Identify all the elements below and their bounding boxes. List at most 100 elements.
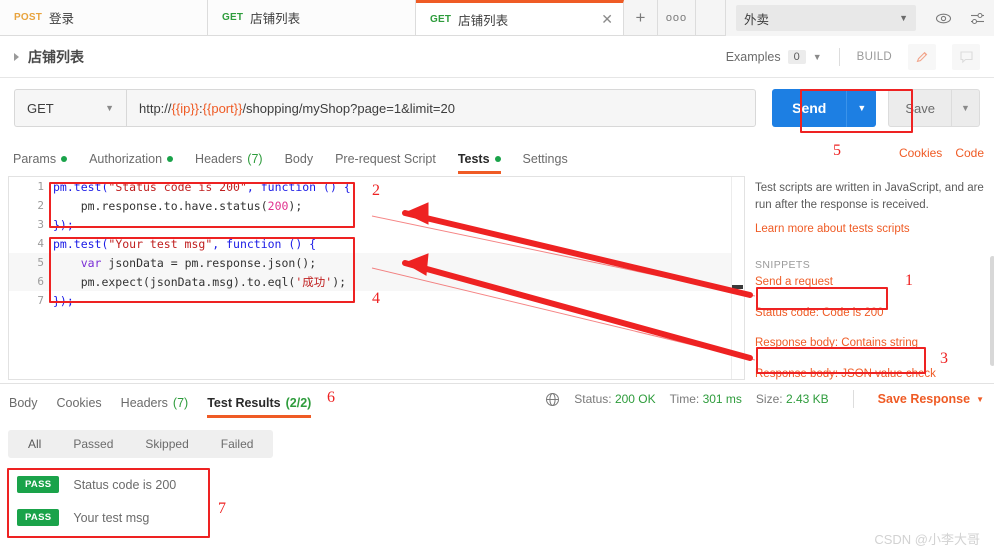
annotation-number-7: 7 [218,500,226,517]
tab-label: Test Results [207,396,281,410]
scrollbar-thumb[interactable] [732,285,743,289]
code-link[interactable]: Code [955,146,984,160]
response-tab-body[interactable]: Body [9,396,38,418]
tab-label: Authorization [89,152,163,166]
tab-label: Cookies [56,396,102,410]
tab-headers[interactable]: Headers (7) [195,152,263,174]
snippet-send-a-request[interactable]: Send a request [755,274,989,291]
response-tabs: Body Cookies Headers (7) Test Results (2/2… [0,384,560,418]
build-label[interactable]: BUILD [857,51,892,63]
size-label: Size: [755,392,783,406]
sliders-icon[interactable] [960,0,994,36]
tab-label: Headers [120,396,168,410]
test-filter-group: All Passed Skipped Failed [8,430,274,458]
tab-bar: POST 登录 GET 店铺列表 GET 店铺列表 ✕ + ooo 外卖 ▼ [0,0,994,36]
filter-all[interactable]: All [12,433,58,455]
save-dropdown-caret[interactable]: ▼ [952,89,980,127]
line-number: 6 [37,275,44,288]
breadcrumb-row: 店铺列表 Examples 0 ▼ BUILD [0,36,994,78]
edit-pencil-icon[interactable] [908,43,936,70]
line-number: 4 [37,237,44,250]
save-button[interactable]: Save [888,89,952,127]
request-tab-1[interactable]: GET 店铺列表 [208,0,416,35]
code-text: pm.response.to.have.status(200); [53,198,303,213]
status-dot [61,156,68,162]
tab-label: Headers [195,152,243,166]
snippet-contains-string[interactable]: Response body: Contains string [755,335,989,352]
cookies-link[interactable]: Cookies [899,146,942,160]
save-response-button[interactable]: Save Response ▼ [878,392,984,406]
tab-settings[interactable]: Settings [523,152,568,174]
http-method-select[interactable]: GET ▼ [14,89,126,127]
tab-tests[interactable]: Tests [457,152,501,174]
code-line: 7}); [9,291,744,310]
snippets-panel: Test scripts are written in JavaScript, … [755,180,994,383]
tab-label: Tests [457,152,490,166]
time-group: Time: 301 ms [670,392,742,406]
new-tab-button[interactable]: + [624,0,658,35]
cookies-code-links: Cookies Code [899,146,984,160]
tab-params[interactable]: Params [13,152,68,174]
test-result-row: PASS Your test msg [8,501,208,534]
snippets-scrollbar[interactable] [990,256,994,366]
request-tab-2-active[interactable]: GET 店铺列表 ✕ [416,0,624,35]
time-value: 301 ms [702,392,742,406]
environment-selector[interactable]: 外卖 ▼ [736,5,916,31]
comment-icon[interactable] [952,43,980,70]
tests-code-editor[interactable]: 1 pm.test("Status code is 200", function … [8,176,745,380]
response-tab-cookies[interactable]: Cookies [57,396,102,418]
status-badge: PASS [17,509,60,526]
tab-pre-request-script[interactable]: Pre-request Script [335,152,436,174]
code-text: }); [53,217,74,232]
examples-group: Examples 0 ▼ BUILD [726,43,980,70]
request-tab-0[interactable]: POST 登录 [0,0,208,35]
filter-failed[interactable]: Failed [205,433,270,455]
close-tab-icon[interactable]: ✕ [601,12,613,26]
status-badge: PASS [17,476,60,493]
environment-name: 外卖 [744,12,770,27]
code-line: 5 var jsonData = pm.response.json(); [9,253,744,272]
code-text: pm.test("Your test msg", function () { [53,236,317,251]
eye-icon[interactable] [926,0,960,36]
filter-passed[interactable]: Passed [57,433,129,455]
code-text: }); [53,293,74,308]
environment-selector-wrap: 外卖 ▼ [726,0,926,36]
tabbar-spacer [696,0,726,35]
code-lines-container: 1 pm.test("Status code is 200", function … [9,177,744,310]
divider [852,390,854,408]
response-tab-headers[interactable]: Headers (7) [121,396,189,418]
code-line: 2 pm.response.to.have.status(200); [9,196,744,215]
time-label: Time: [669,392,700,406]
globe-icon [545,392,560,407]
tab-label: Params [13,152,57,166]
filter-skipped[interactable]: Skipped [129,433,204,455]
tab-count: (7) [172,396,189,410]
status-group: Status: 200 OK [574,392,655,406]
chevron-down-icon[interactable]: ▼ [813,52,822,62]
tab-options-icon[interactable]: ooo [658,0,696,35]
line-number: 1 [37,180,44,193]
snippets-description: Test scripts are written in JavaScript, … [755,182,984,212]
line-number: 5 [37,256,44,269]
tab-label: Pre-request Script [335,152,436,166]
editor-scrollbar[interactable] [731,177,744,379]
url-input[interactable]: http://{{ip}}: {{port}}/shopping/myShop?p… [126,89,757,127]
snippets-header: SNIPPETS [755,258,811,271]
url-path: /shopping/myShop?page=1&limit=20 [242,100,455,116]
snippet-json-value-check[interactable]: Response body: JSON value check [755,366,989,383]
size-value: 2.43 KB [785,392,829,406]
request-tabs: Params Authorization Headers (7) Body Pre… [0,140,760,174]
tab-authorization[interactable]: Authorization [89,152,174,174]
tab-label: Settings [522,152,568,166]
response-tab-test-results[interactable]: Test Results (2/2) [207,396,312,418]
tab-body[interactable]: Body [285,152,314,174]
snippet-status-code-200[interactable]: Status code: Code is 200 [755,305,989,322]
postman-window: POST 登录 GET 店铺列表 GET 店铺列表 ✕ + ooo 外卖 ▼ 店… [0,0,994,558]
send-button[interactable]: Send [772,89,847,127]
send-dropdown-caret[interactable]: ▼ [846,89,877,127]
tab-title-label: 店铺列表 [458,13,509,28]
learn-more-link[interactable]: Learn more about tests scripts [755,221,989,238]
expand-triangle-icon[interactable] [14,52,19,61]
url-variable-port: {{port}} [202,100,243,116]
http-method-value: GET [27,100,54,116]
